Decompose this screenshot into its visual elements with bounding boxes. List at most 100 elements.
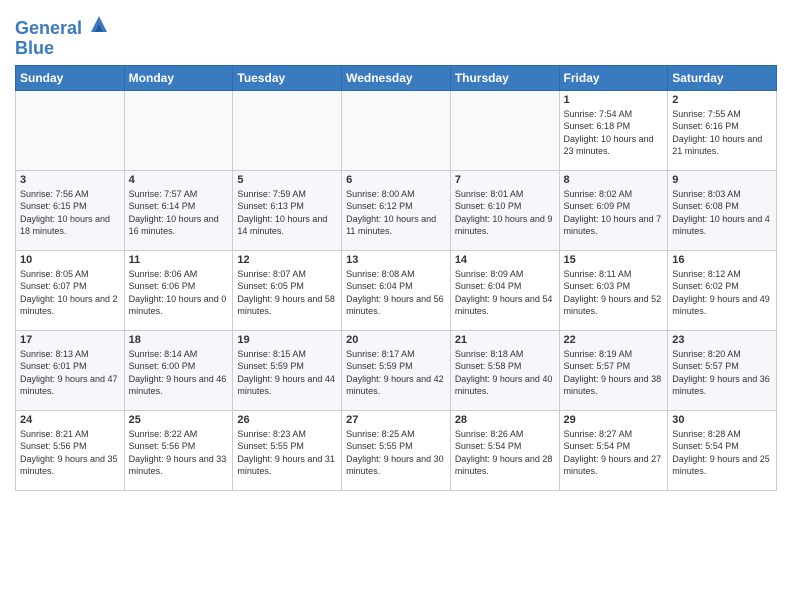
day-info: Sunrise: 8:23 AM Sunset: 5:55 PM Dayligh… xyxy=(237,428,337,478)
day-number: 20 xyxy=(346,334,446,346)
day-number: 7 xyxy=(455,174,555,186)
day-info: Sunrise: 8:02 AM Sunset: 6:09 PM Dayligh… xyxy=(564,188,664,238)
calendar-day-cell: 16 Sunrise: 8:12 AM Sunset: 6:02 PM Dayli… xyxy=(668,250,777,330)
logo-blue: Blue xyxy=(15,39,109,59)
calendar-day-cell xyxy=(450,90,559,170)
calendar-day-cell: 30 Sunrise: 8:28 AM Sunset: 5:54 PM Dayli… xyxy=(668,410,777,490)
day-number: 14 xyxy=(455,254,555,266)
page-header: General Blue xyxy=(15,10,777,59)
weekday-header-cell: Friday xyxy=(559,65,668,90)
calendar-day-cell: 9Sunrise: 8:03 AM Sunset: 6:08 PM Daylig… xyxy=(668,170,777,250)
day-number: 29 xyxy=(564,414,664,426)
day-info: Sunrise: 8:19 AM Sunset: 5:57 PM Dayligh… xyxy=(564,348,664,398)
logo-general: General xyxy=(15,18,82,38)
day-info: Sunrise: 8:07 AM Sunset: 6:05 PM Dayligh… xyxy=(237,268,337,318)
day-number: 4 xyxy=(129,174,229,186)
weekday-header-cell: Sunday xyxy=(16,65,125,90)
day-info: Sunrise: 8:20 AM Sunset: 5:57 PM Dayligh… xyxy=(672,348,772,398)
day-info: Sunrise: 8:22 AM Sunset: 5:56 PM Dayligh… xyxy=(129,428,229,478)
day-info: Sunrise: 7:54 AM Sunset: 6:18 PM Dayligh… xyxy=(564,108,664,158)
day-info: Sunrise: 7:57 AM Sunset: 6:14 PM Dayligh… xyxy=(129,188,229,238)
day-info: Sunrise: 8:13 AM Sunset: 6:01 PM Dayligh… xyxy=(20,348,120,398)
day-number: 6 xyxy=(346,174,446,186)
day-info: Sunrise: 8:28 AM Sunset: 5:54 PM Dayligh… xyxy=(672,428,772,478)
day-number: 26 xyxy=(237,414,337,426)
logo-icon xyxy=(89,14,109,34)
day-number: 19 xyxy=(237,334,337,346)
calendar-day-cell: 17 Sunrise: 8:13 AM Sunset: 6:01 PM Dayli… xyxy=(16,330,125,410)
calendar-day-cell xyxy=(233,90,342,170)
calendar-day-cell: 2 Sunrise: 7:55 AM Sunset: 6:16 PM Daylig… xyxy=(668,90,777,170)
day-info: Sunrise: 8:15 AM Sunset: 5:59 PM Dayligh… xyxy=(237,348,337,398)
day-number: 8 xyxy=(564,174,664,186)
calendar-day-cell xyxy=(16,90,125,170)
day-number: 18 xyxy=(129,334,229,346)
calendar-week-row: 24 Sunrise: 8:21 AM Sunset: 5:56 PM Dayli… xyxy=(16,410,777,490)
calendar-day-cell: 25 Sunrise: 8:22 AM Sunset: 5:56 PM Dayli… xyxy=(124,410,233,490)
weekday-header-cell: Monday xyxy=(124,65,233,90)
calendar-day-cell: 19 Sunrise: 8:15 AM Sunset: 5:59 PM Dayli… xyxy=(233,330,342,410)
logo-text: General xyxy=(15,14,109,39)
day-info: Sunrise: 8:17 AM Sunset: 5:59 PM Dayligh… xyxy=(346,348,446,398)
weekday-header-row: SundayMondayTuesdayWednesdayThursdayFrid… xyxy=(16,65,777,90)
calendar-day-cell: 20 Sunrise: 8:17 AM Sunset: 5:59 PM Dayli… xyxy=(342,330,451,410)
calendar-day-cell: 13 Sunrise: 8:08 AM Sunset: 6:04 PM Dayli… xyxy=(342,250,451,330)
day-info: Sunrise: 8:08 AM Sunset: 6:04 PM Dayligh… xyxy=(346,268,446,318)
calendar-day-cell: 18 Sunrise: 8:14 AM Sunset: 6:00 PM Dayli… xyxy=(124,330,233,410)
day-info: Sunrise: 8:12 AM Sunset: 6:02 PM Dayligh… xyxy=(672,268,772,318)
day-number: 28 xyxy=(455,414,555,426)
calendar-day-cell: 27Sunrise: 8:25 AM Sunset: 5:55 PM Dayli… xyxy=(342,410,451,490)
weekday-header-cell: Wednesday xyxy=(342,65,451,90)
day-number: 16 xyxy=(672,254,772,266)
day-info: Sunrise: 8:14 AM Sunset: 6:00 PM Dayligh… xyxy=(129,348,229,398)
day-number: 25 xyxy=(129,414,229,426)
day-info: Sunrise: 8:26 AM Sunset: 5:54 PM Dayligh… xyxy=(455,428,555,478)
calendar-table: SundayMondayTuesdayWednesdayThursdayFrid… xyxy=(15,65,777,491)
weekday-header-cell: Saturday xyxy=(668,65,777,90)
day-number: 5 xyxy=(237,174,337,186)
calendar-week-row: 17 Sunrise: 8:13 AM Sunset: 6:01 PM Dayli… xyxy=(16,330,777,410)
calendar-body: 1Sunrise: 7:54 AM Sunset: 6:18 PM Daylig… xyxy=(16,90,777,490)
calendar-day-cell: 7Sunrise: 8:01 AM Sunset: 6:10 PM Daylig… xyxy=(450,170,559,250)
day-number: 30 xyxy=(672,414,772,426)
day-info: Sunrise: 8:25 AM Sunset: 5:55 PM Dayligh… xyxy=(346,428,446,478)
day-number: 23 xyxy=(672,334,772,346)
day-number: 15 xyxy=(564,254,664,266)
day-info: Sunrise: 8:00 AM Sunset: 6:12 PM Dayligh… xyxy=(346,188,446,238)
calendar-week-row: 10 Sunrise: 8:05 AM Sunset: 6:07 PM Dayli… xyxy=(16,250,777,330)
calendar-day-cell xyxy=(342,90,451,170)
calendar-day-cell: 6 Sunrise: 8:00 AM Sunset: 6:12 PM Daylig… xyxy=(342,170,451,250)
calendar-day-cell: 12 Sunrise: 8:07 AM Sunset: 6:05 PM Dayli… xyxy=(233,250,342,330)
page-container: General Blue SundayMondayTuesdayWednesda… xyxy=(0,0,792,496)
calendar-week-row: 1Sunrise: 7:54 AM Sunset: 6:18 PM Daylig… xyxy=(16,90,777,170)
day-number: 21 xyxy=(455,334,555,346)
day-number: 17 xyxy=(20,334,120,346)
day-number: 10 xyxy=(20,254,120,266)
day-info: Sunrise: 8:11 AM Sunset: 6:03 PM Dayligh… xyxy=(564,268,664,318)
calendar-day-cell: 3Sunrise: 7:56 AM Sunset: 6:15 PM Daylig… xyxy=(16,170,125,250)
calendar-day-cell: 1Sunrise: 7:54 AM Sunset: 6:18 PM Daylig… xyxy=(559,90,668,170)
day-number: 12 xyxy=(237,254,337,266)
day-info: Sunrise: 8:27 AM Sunset: 5:54 PM Dayligh… xyxy=(564,428,664,478)
day-number: 11 xyxy=(129,254,229,266)
day-number: 3 xyxy=(20,174,120,186)
day-info: Sunrise: 8:18 AM Sunset: 5:58 PM Dayligh… xyxy=(455,348,555,398)
calendar-day-cell: 10 Sunrise: 8:05 AM Sunset: 6:07 PM Dayli… xyxy=(16,250,125,330)
day-info: Sunrise: 8:09 AM Sunset: 6:04 PM Dayligh… xyxy=(455,268,555,318)
day-number: 2 xyxy=(672,94,772,106)
day-info: Sunrise: 7:55 AM Sunset: 6:16 PM Dayligh… xyxy=(672,108,772,158)
logo: General Blue xyxy=(15,14,109,59)
day-info: Sunrise: 8:05 AM Sunset: 6:07 PM Dayligh… xyxy=(20,268,120,318)
calendar-day-cell: 21 Sunrise: 8:18 AM Sunset: 5:58 PM Dayli… xyxy=(450,330,559,410)
day-info: Sunrise: 8:03 AM Sunset: 6:08 PM Dayligh… xyxy=(672,188,772,238)
calendar-day-cell: 4 Sunrise: 7:57 AM Sunset: 6:14 PM Daylig… xyxy=(124,170,233,250)
weekday-header-cell: Thursday xyxy=(450,65,559,90)
calendar-day-cell xyxy=(124,90,233,170)
calendar-day-cell: 23 Sunrise: 8:20 AM Sunset: 5:57 PM Dayli… xyxy=(668,330,777,410)
day-number: 24 xyxy=(20,414,120,426)
calendar-day-cell: 22Sunrise: 8:19 AM Sunset: 5:57 PM Dayli… xyxy=(559,330,668,410)
day-info: Sunrise: 8:21 AM Sunset: 5:56 PM Dayligh… xyxy=(20,428,120,478)
day-info: Sunrise: 7:59 AM Sunset: 6:13 PM Dayligh… xyxy=(237,188,337,238)
day-number: 13 xyxy=(346,254,446,266)
calendar-day-cell: 5 Sunrise: 7:59 AM Sunset: 6:13 PM Daylig… xyxy=(233,170,342,250)
